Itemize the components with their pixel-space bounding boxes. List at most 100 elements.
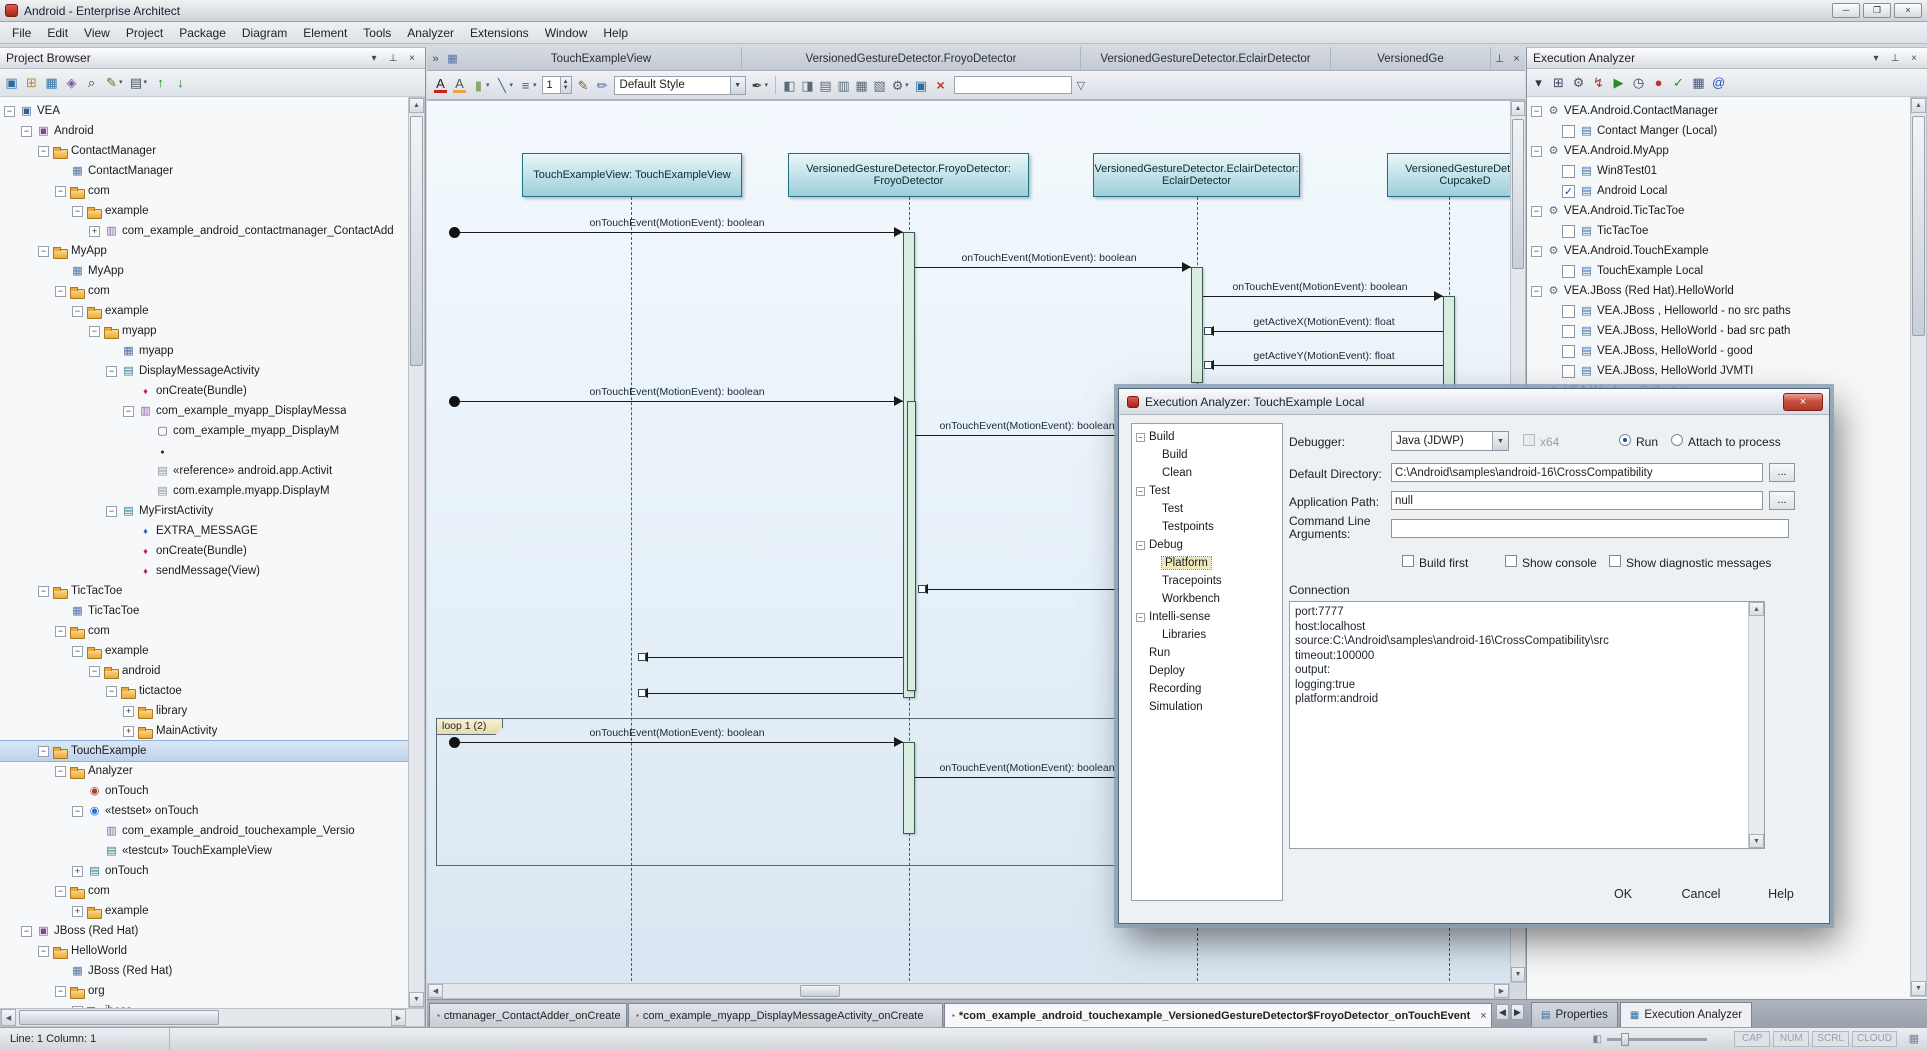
project-browser-vscrollbar[interactable]: ▲ ▼: [408, 97, 425, 1008]
prev-tab-icon[interactable]: ◀: [1496, 1004, 1509, 1020]
search-icon[interactable]: ⌕: [85, 76, 98, 89]
move-up-icon[interactable]: ↑: [154, 76, 167, 89]
run-icon[interactable]: ▶: [1612, 76, 1625, 89]
dock-tab-execution-analyzer[interactable]: ▦Execution Analyzer: [1620, 1002, 1752, 1027]
pin-icon[interactable]: ⊥: [1888, 53, 1902, 64]
chevron-down-icon[interactable]: ▾: [119, 79, 123, 86]
record-tab[interactable]: ▪com_example_myapp_DisplayMessageActivit…: [628, 1003, 943, 1027]
dialog-close-button[interactable]: ×: [1783, 393, 1823, 411]
menu-view[interactable]: View: [76, 24, 118, 42]
scroll-up-icon[interactable]: ▲: [1911, 98, 1926, 113]
project-tree-item[interactable]: −com: [0, 281, 408, 301]
record-tab[interactable]: ▪*com_example_android_touchexample_Versi…: [944, 1003, 1492, 1027]
collapse-icon[interactable]: −: [1531, 106, 1542, 117]
message-line[interactable]: [639, 657, 903, 658]
checkbox[interactable]: [1562, 185, 1575, 198]
analyzer-config-item[interactable]: VEA.JBoss, HelloWorld - good: [1527, 341, 1910, 361]
config-section-item[interactable]: Testpoints: [1132, 518, 1282, 536]
config-section-item[interactable]: Build: [1132, 446, 1282, 464]
project-tree-item[interactable]: −android: [0, 661, 408, 681]
collapse-icon[interactable]: −: [1136, 487, 1145, 496]
lifeline-head[interactable]: VersionedGestureDetectCupcakeD: [1387, 153, 1510, 197]
browse-default-directory-button[interactable]: ...: [1769, 463, 1795, 482]
collapse-icon[interactable]: −: [72, 206, 83, 217]
scroll-down-icon[interactable]: ▼: [1749, 834, 1764, 848]
scroll-down-icon[interactable]: ▼: [409, 992, 424, 1007]
scroll-down-icon[interactable]: ▼: [1511, 967, 1525, 982]
collapse-icon[interactable]: −: [106, 686, 117, 697]
testpoints-icon[interactable]: ✓: [1672, 76, 1685, 89]
collapse-icon[interactable]: −: [72, 806, 83, 817]
message-line[interactable]: [639, 693, 903, 694]
project-tree-item[interactable]: JBoss (Red Hat): [0, 961, 408, 981]
collapse-icon[interactable]: −: [106, 366, 117, 377]
config-section-item[interactable]: Run: [1132, 644, 1282, 662]
scrollbar-thumb[interactable]: [19, 1010, 219, 1025]
chevron-down-icon[interactable]: ▾: [765, 82, 769, 89]
scrollbar-thumb[interactable]: [1912, 116, 1925, 336]
collapse-icon[interactable]: −: [1531, 246, 1542, 257]
collapse-icon[interactable]: −: [38, 946, 49, 957]
config-section-item[interactable]: Workbench: [1132, 590, 1282, 608]
menu-tools[interactable]: Tools: [355, 24, 399, 42]
collapse-icon[interactable]: −: [38, 146, 49, 157]
project-tree-item[interactable]: onCreate(Bundle): [0, 541, 408, 561]
scrollbar-thumb[interactable]: [1512, 119, 1524, 269]
project-tree-item[interactable]: +example: [0, 901, 408, 921]
config-section-item[interactable]: −Build: [1132, 428, 1282, 446]
scroll-down-icon[interactable]: ▼: [1911, 981, 1926, 996]
config-section-item[interactable]: Test: [1132, 500, 1282, 518]
config-section-item[interactable]: Clean: [1132, 464, 1282, 482]
project-browser-hscrollbar[interactable]: ◀ ▶: [0, 1008, 425, 1027]
collapse-icon[interactable]: −: [106, 506, 117, 517]
format-painter-icon[interactable]: ✎: [577, 79, 590, 92]
checkbox[interactable]: [1562, 325, 1575, 338]
scroll-left-icon[interactable]: ◀: [428, 984, 443, 998]
menu-window[interactable]: Window: [537, 24, 596, 42]
collapse-icon[interactable]: −: [89, 666, 100, 677]
panel-menu-icon[interactable]: ▾: [367, 53, 381, 64]
collapse-icon[interactable]: −: [72, 306, 83, 317]
font-icon[interactable]: A: [434, 77, 447, 93]
show-diagnostic-checkbox[interactable]: [1609, 555, 1621, 567]
analyzer-config-item[interactable]: −VEA.Android.MyApp: [1527, 141, 1910, 161]
analyzer-config-item[interactable]: Contact Manger (Local): [1527, 121, 1910, 141]
analyzer-config-item[interactable]: −VEA.Android.ContactManager: [1527, 101, 1910, 121]
fill-color-icon[interactable]: ▮▾: [472, 79, 490, 92]
align-top-icon[interactable]: ▤: [819, 79, 832, 92]
x64-checkbox[interactable]: [1523, 434, 1535, 446]
collapse-icon[interactable]: −: [72, 646, 83, 657]
close-icon[interactable]: ×: [1480, 1010, 1486, 1022]
edit-icon[interactable]: ✎▾: [105, 76, 123, 89]
canvas-hscrollbar[interactable]: ◀ ▶: [427, 983, 1510, 999]
menu-help[interactable]: Help: [595, 24, 636, 42]
help-button[interactable]: Help: [1755, 887, 1807, 901]
project-tree-item[interactable]: −example: [0, 641, 408, 661]
line-width-spinner[interactable]: 1 ▲▼: [542, 76, 572, 94]
expand-icon[interactable]: +: [89, 226, 100, 237]
filter-icon[interactable]: ▽: [1077, 79, 1085, 92]
project-tree-item[interactable]: −JBoss (Red Hat): [0, 921, 408, 941]
new-script-icon[interactable]: ⊞: [1552, 76, 1565, 89]
analyzer-config-item[interactable]: TicTacToe: [1527, 221, 1910, 241]
activation-bar[interactable]: [903, 742, 915, 834]
project-tree-item[interactable]: −com: [0, 881, 408, 901]
scroll-up-icon[interactable]: ▲: [1511, 101, 1525, 116]
align-right-icon[interactable]: ◨: [801, 79, 814, 92]
collapse-icon[interactable]: −: [21, 126, 32, 137]
font-color-icon[interactable]: A: [453, 77, 466, 93]
expand-icon[interactable]: +: [123, 726, 134, 737]
command-line-input[interactable]: [1391, 519, 1789, 538]
diagram-tab[interactable]: VersionedGestureDetector.FroyoDetector: [742, 47, 1081, 70]
new-element-icon[interactable]: ◈: [65, 76, 78, 89]
checkbox[interactable]: [1562, 265, 1575, 278]
record-tab[interactable]: ▪ctmanager_ContactAdder_onCreate: [429, 1003, 627, 1027]
project-tree-item[interactable]: +jboss: [0, 1001, 408, 1008]
scroll-left-icon[interactable]: ◀: [1, 1009, 16, 1026]
analyzer-config-item[interactable]: Android Local: [1527, 181, 1910, 201]
project-tree-item[interactable]: −com: [0, 181, 408, 201]
project-tree-item[interactable]: +onTouch: [0, 861, 408, 881]
message-line[interactable]: [1205, 331, 1443, 332]
expand-icon[interactable]: +: [72, 866, 83, 877]
message-line[interactable]: [1203, 296, 1443, 297]
